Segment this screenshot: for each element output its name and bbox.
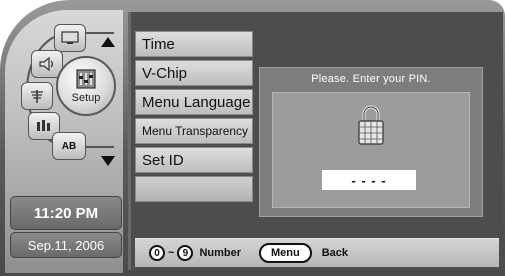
tv-icon[interactable]	[54, 24, 86, 52]
setup-icon	[76, 69, 96, 89]
bottom-help-bar: 0 ~ 9 Number Menu Back	[135, 238, 499, 267]
menu-item-menu-transparency[interactable]: Menu Transparency	[135, 118, 253, 144]
number-key-9: 9	[177, 245, 194, 261]
arrow-up-icon[interactable]	[101, 37, 115, 47]
menu-item-time[interactable]: Time	[135, 31, 253, 57]
number-label: Number	[199, 247, 241, 259]
antenna-icon[interactable]	[21, 82, 53, 110]
number-key-0: 0	[149, 245, 165, 261]
clock-time: 11:20 PM	[10, 196, 122, 230]
menu-item-v-chip[interactable]: V-Chip	[135, 60, 253, 86]
range-tilde: ~	[168, 247, 175, 259]
arrow-down-icon[interactable]	[101, 156, 115, 166]
lock-icon	[358, 105, 384, 145]
clock-date: Sep.11, 2006	[10, 232, 122, 258]
menu-item-set-id[interactable]: Set ID	[135, 147, 253, 173]
pin-input[interactable]: - - - -	[322, 170, 416, 190]
caption-ab-button[interactable]: AB	[52, 132, 86, 160]
pin-dialog-body: - - - -	[272, 92, 470, 208]
menu-item-empty	[135, 176, 253, 202]
setup-button[interactable]: Setup	[56, 56, 116, 116]
navigation-wheel: AB Setup	[10, 20, 118, 166]
menu-item-menu-language[interactable]: Menu Language	[135, 89, 253, 115]
setup-menu: Time V-Chip Menu Language Menu Transpare…	[135, 31, 253, 205]
menu-key: Menu	[259, 243, 312, 263]
setup-label: Setup	[71, 92, 101, 104]
ab-label: AB	[61, 140, 77, 152]
pin-dialog: Please. Enter your PIN. - - - -	[259, 67, 483, 217]
tv-screen: Time V-Chip Menu Language Menu Transpare…	[128, 12, 503, 270]
pin-dialog-title: Please. Enter your PIN.	[311, 73, 431, 85]
back-label: Back	[321, 247, 349, 259]
